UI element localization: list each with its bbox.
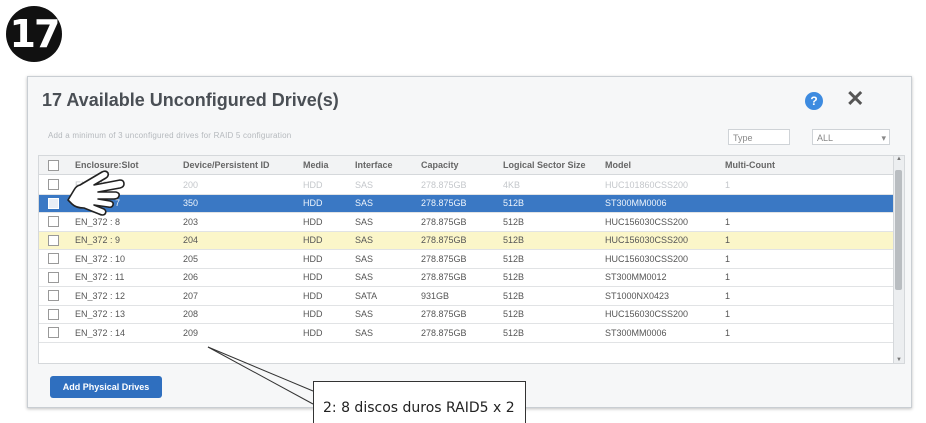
callout-leader-line-2 — [207, 346, 314, 405]
pointing-hand-icon — [67, 170, 125, 216]
callout-label: 2: 8 discos duros RAID5 x 2 — [313, 381, 526, 423]
callout-leader-line — [207, 346, 314, 392]
annotation-overlay — [67, 170, 314, 405]
